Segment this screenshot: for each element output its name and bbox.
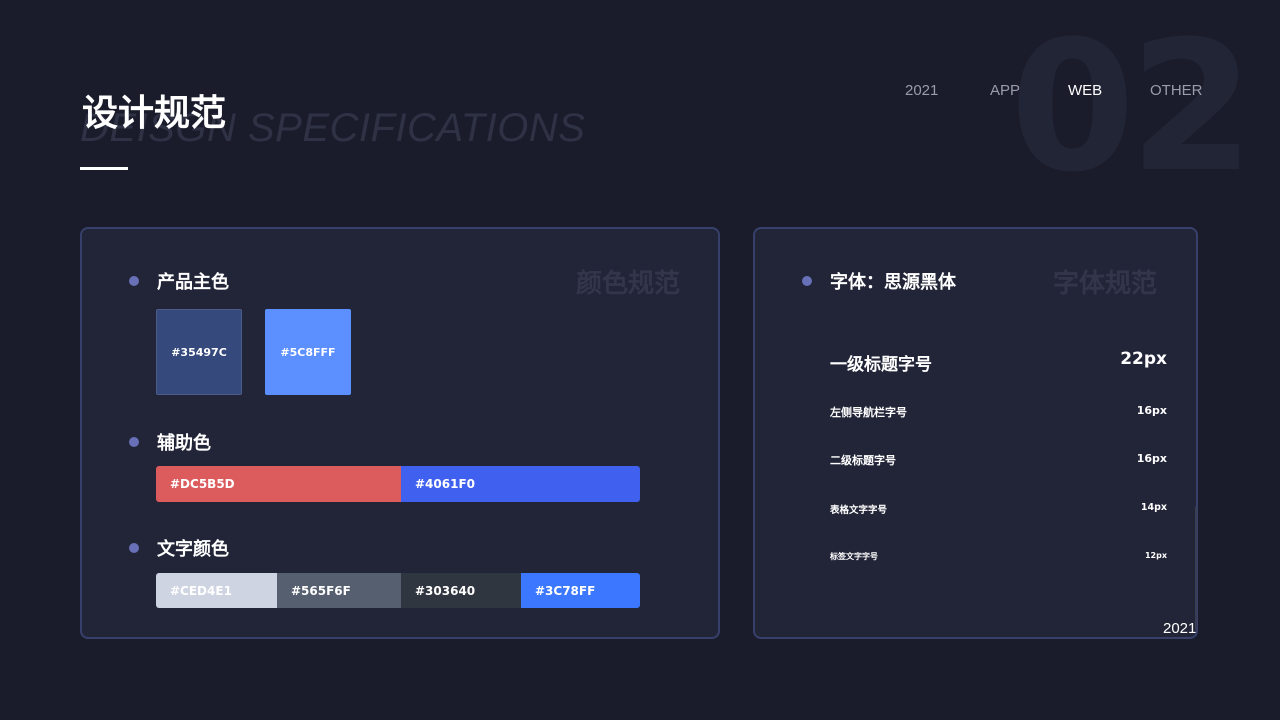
text-swatch-4: #3C78FF [521,573,640,608]
font-spec-card: 字体规范 字体：思源黑体 一级标题字号 22px 左侧导航栏字号 16px 二级… [753,227,1198,639]
footer-year: 2021 [1163,620,1197,637]
font-row-size: 16px [1136,404,1167,417]
font-row-size: 12px [1144,551,1167,560]
page-title: 设计规范 [82,93,227,134]
text-color-bullet-icon [129,543,139,553]
color-spec-card: 颜色规范 产品主色 #35497C #5C8FFF 辅助色 #DC5B5D #4… [80,227,720,639]
nav-item-app[interactable]: APP [990,82,1020,99]
primary-swatch-2: #5C8FFF [265,309,351,395]
text-swatch-2: #565F6F [277,573,401,608]
font-bullet-icon [802,276,812,286]
primary-color-label: 产品主色 [157,272,229,293]
primary-swatch-1: #35497C [156,309,242,395]
text-swatch-3: #303640 [401,573,521,608]
background-page-number: 02 [1010,3,1254,212]
secondary-bullet-icon [129,437,139,447]
font-row-size: 16px [1136,452,1167,465]
text-swatch-1: #CED4E1 [156,573,277,608]
font-row-size: 14px [1140,502,1167,513]
primary-bullet-icon [129,276,139,286]
font-row-name: 二级标题字号 [830,454,896,467]
secondary-color-label: 辅助色 [157,433,211,454]
nav-item-2021[interactable]: 2021 [905,82,938,99]
nav-item-web[interactable]: WEB [1068,82,1102,99]
nav-item-other[interactable]: OTHER [1150,82,1203,99]
text-color-label: 文字颜色 [157,539,229,560]
font-spec-watermark: 字体规范 [1053,269,1158,299]
font-row-name: 标签文字字号 [830,552,878,561]
font-row-size: 22px [1120,349,1167,369]
font-row-name: 一级标题字号 [830,355,932,375]
secondary-swatch-1: #DC5B5D [156,466,401,502]
color-spec-watermark: 颜色规范 [576,269,681,299]
title-underline [80,167,128,170]
scrollbar-thumb[interactable] [1195,506,1197,630]
font-family-label: 字体：思源黑体 [830,272,956,293]
secondary-swatch-2: #4061F0 [401,466,640,502]
font-row-name: 表格文字字号 [830,505,888,516]
font-row-name: 左侧导航栏字号 [830,406,907,419]
